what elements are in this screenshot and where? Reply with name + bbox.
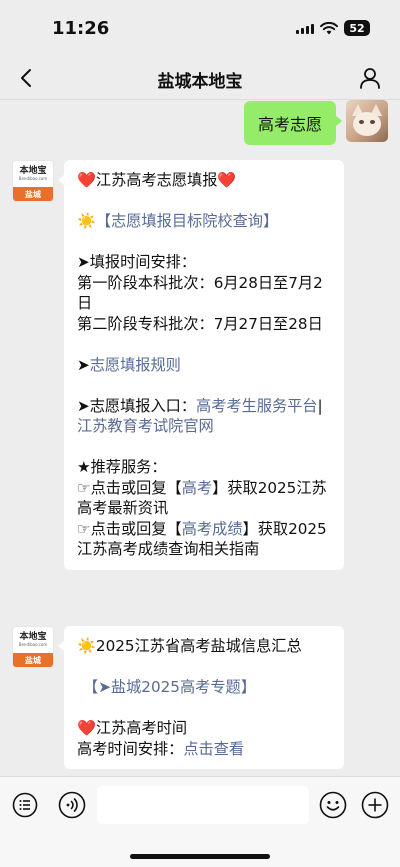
arrow-glyph: ➤ bbox=[77, 355, 90, 374]
voice-icon bbox=[58, 791, 86, 819]
plus-icon bbox=[361, 791, 389, 819]
heart-icon: ❤️ bbox=[217, 171, 237, 189]
recommend-1-prefix: ☞点击或回复【 bbox=[77, 478, 182, 497]
logo-city: 盐城 bbox=[13, 653, 53, 667]
link-exam-authority-website[interactable]: 江苏教育考试院官网 bbox=[77, 417, 214, 435]
chat-title: 盐城本地宝 bbox=[157, 72, 243, 92]
emoji-button[interactable] bbox=[319, 791, 347, 819]
link-gaokao-scores[interactable]: 高考成绩 bbox=[182, 520, 243, 538]
arrange-label: 高考时间安排： bbox=[77, 739, 184, 758]
message-input[interactable] bbox=[97, 786, 309, 824]
link-student-service-platform[interactable]: 高考考生服务平台 bbox=[196, 397, 318, 415]
schedule-phase-2: 第二阶段专科批次：7月27日至28日 bbox=[77, 314, 323, 333]
schedule-header: ➤填报时间安排： bbox=[77, 253, 197, 271]
logo-text: 本地宝 bbox=[19, 632, 47, 642]
link-filling-rules[interactable]: 志愿填报规则 bbox=[90, 356, 181, 374]
chat-area[interactable]: 高考志愿 本地宝 Bendibao.com 盐城 ❤️江苏高考志愿填报❤️ ☀️… bbox=[0, 100, 400, 776]
voice-button[interactable] bbox=[58, 791, 86, 819]
exam-time-header: 江苏高考时间 bbox=[95, 719, 188, 737]
list-menu-icon bbox=[12, 792, 38, 818]
bot-avatar[interactable]: 本地宝 Bendibao.com 盐城 bbox=[12, 626, 54, 668]
more-button[interactable] bbox=[361, 791, 389, 819]
emoji-icon bbox=[319, 791, 347, 819]
cellular-signal-icon bbox=[296, 22, 314, 34]
sun-icon: ☀️ bbox=[77, 212, 96, 230]
recommend-2-prefix: ☞点击或回复【 bbox=[77, 519, 182, 538]
link-click-to-view[interactable]: 点击查看 bbox=[183, 740, 244, 758]
status-time: 11:26 bbox=[52, 18, 110, 39]
nav-bar: 盐城本地宝 bbox=[0, 56, 400, 100]
status-icons: 52 bbox=[296, 20, 370, 36]
incoming-message: 本地宝 Bendibao.com 盐城 ☀️2025江苏省高考盐城信息汇总 【➤… bbox=[12, 626, 344, 769]
sun-icon: ☀️ bbox=[77, 637, 96, 655]
message-bubble: ☀️2025江苏省高考盐城信息汇总 【➤盐城2025高考专题】 ❤️江苏高考时间… bbox=[58, 626, 344, 769]
link-separator: | bbox=[317, 396, 323, 415]
outgoing-text: 高考志愿 bbox=[257, 115, 322, 134]
wifi-icon bbox=[320, 21, 338, 34]
logo-city: 盐城 bbox=[13, 187, 53, 201]
message-title: 江苏高考志愿填报 bbox=[95, 171, 218, 189]
link-gaokao[interactable]: 高考 bbox=[182, 479, 212, 497]
logo-site: Bendibao.com bbox=[18, 176, 48, 181]
heart-icon: ❤️ bbox=[77, 719, 96, 737]
menu-toggle-button[interactable] bbox=[11, 791, 39, 819]
link-yancheng-gaokao-topic[interactable]: 【➤盐城2025高考专题】 bbox=[83, 678, 256, 696]
home-indicator bbox=[130, 854, 270, 859]
entry-label: ➤志愿填报入口： bbox=[77, 396, 197, 415]
message-bubble: ❤️江苏高考志愿填报❤️ ☀️【志愿填报目标院校查询】 ➤填报时间安排： 第一阶… bbox=[58, 160, 344, 570]
message-title: 2025江苏省高考盐城信息汇总 bbox=[95, 637, 302, 655]
profile-button[interactable] bbox=[356, 64, 384, 92]
outgoing-bubble[interactable]: 高考志愿 bbox=[243, 101, 343, 145]
person-icon bbox=[360, 68, 380, 89]
schedule-phase-1: 第一阶段本科批次：6月28日至7月2日 bbox=[77, 273, 323, 313]
logo-site: Bendibao.com bbox=[18, 642, 48, 647]
logo-text: 本地宝 bbox=[19, 166, 47, 176]
battery-indicator: 52 bbox=[344, 20, 370, 36]
incoming-message: 本地宝 Bendibao.com 盐城 ❤️江苏高考志愿填报❤️ ☀️【志愿填报… bbox=[12, 160, 344, 570]
bot-avatar[interactable]: 本地宝 Bendibao.com 盐城 bbox=[12, 160, 54, 202]
user-avatar[interactable] bbox=[346, 100, 388, 142]
heart-icon: ❤️ bbox=[77, 171, 96, 189]
link-target-school-query[interactable]: 【志愿填报目标院校查询】 bbox=[96, 212, 278, 230]
recommend-header: ★推荐服务： bbox=[77, 458, 167, 476]
outgoing-message: 高考志愿 bbox=[243, 100, 388, 145]
message-title-line: ❤️江苏高考志愿填报❤️ bbox=[77, 170, 332, 191]
status-bar: 11:26 52 bbox=[0, 0, 400, 56]
